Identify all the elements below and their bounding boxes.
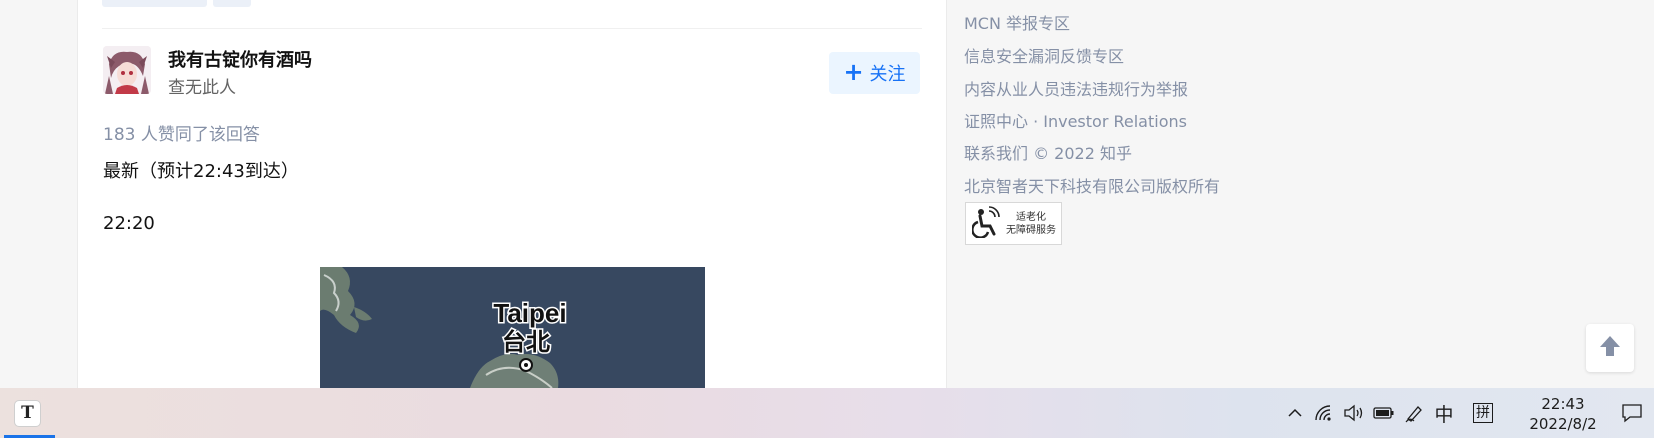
ime-pinyin-indicator[interactable]: 拼 — [1469, 388, 1497, 438]
a11y-line1: 适老化 — [1016, 211, 1046, 223]
topic-tags — [102, 0, 251, 7]
network-icon[interactable] — [1311, 388, 1337, 438]
arrow-up-icon — [1597, 333, 1623, 363]
answer-card: 我有古锭你有酒吗 查无此人 + 关注 183 人赞同了该回答 最新（预计22:4… — [77, 0, 947, 388]
clock-date: 2022/8/2 — [1529, 415, 1597, 433]
taskbar-app-typora[interactable]: T — [0, 388, 55, 438]
notification-icon — [1622, 404, 1642, 423]
author-bio: 查无此人 — [168, 78, 236, 98]
follow-button[interactable]: + 关注 — [829, 52, 920, 94]
divider — [102, 28, 922, 29]
footer-link-contact-copyright[interactable]: 联系我们 © 2022 知乎 — [964, 140, 1132, 164]
back-to-top-button[interactable] — [1586, 324, 1634, 372]
ime-pinyin-label: 拼 — [1473, 403, 1493, 423]
author-avatar[interactable] — [103, 46, 151, 94]
wheelchair-icon — [971, 205, 1002, 242]
volume-icon[interactable] — [1341, 388, 1367, 438]
footer-link-mcn-report[interactable]: MCN 举报专区 — [964, 10, 1070, 34]
accessibility-service-badge[interactable]: 适老化 无障碍服务 — [965, 202, 1062, 245]
footer-link-security-feedback[interactable]: 信息安全漏洞反馈专区 — [964, 43, 1124, 67]
chevron-up-icon — [1288, 408, 1302, 417]
pen-icon[interactable] — [1401, 388, 1427, 438]
footer-link-staff-report[interactable]: 内容从业人员违法违规行为举报 — [964, 76, 1188, 100]
taskbar-clock[interactable]: 22:43 2022/8/2 — [1518, 394, 1608, 434]
a11y-text: 适老化 无障碍服务 — [1006, 211, 1056, 237]
map-label-zh: 台北 — [502, 328, 550, 356]
typora-app-icon: T — [14, 399, 41, 427]
topic-tag[interactable] — [213, 0, 251, 7]
ime-mode-indicator[interactable]: 中 — [1431, 388, 1457, 438]
vote-count: 183 人赞同了该回答 — [103, 125, 260, 145]
author-name[interactable]: 我有古锭你有酒吗 — [168, 46, 312, 72]
map-image[interactable]: Taipei 台北 — [320, 267, 705, 388]
show-hidden-icons-button[interactable] — [1283, 388, 1307, 438]
map-label-en: Taipei — [493, 298, 566, 328]
footer-link-license-investor[interactable]: 证照中心 · Investor Relations — [964, 108, 1187, 132]
clock-time: 22:43 — [1541, 395, 1585, 413]
topic-tag[interactable] — [102, 0, 207, 7]
answer-paragraph: 22:20 — [103, 213, 155, 234]
taskbar: T 中 拼 22:43 2022/8/2 — [0, 388, 1654, 438]
answer-paragraph: 最新（预计22:43到达） — [103, 161, 299, 182]
footer-company-name: 北京智者天下科技有限公司版权所有 — [964, 177, 1221, 196]
notification-button[interactable] — [1617, 388, 1647, 438]
battery-icon[interactable] — [1371, 388, 1397, 438]
follow-label: 关注 — [869, 64, 906, 85]
plus-icon: + — [843, 58, 864, 86]
a11y-line2: 无障碍服务 — [1006, 224, 1056, 236]
